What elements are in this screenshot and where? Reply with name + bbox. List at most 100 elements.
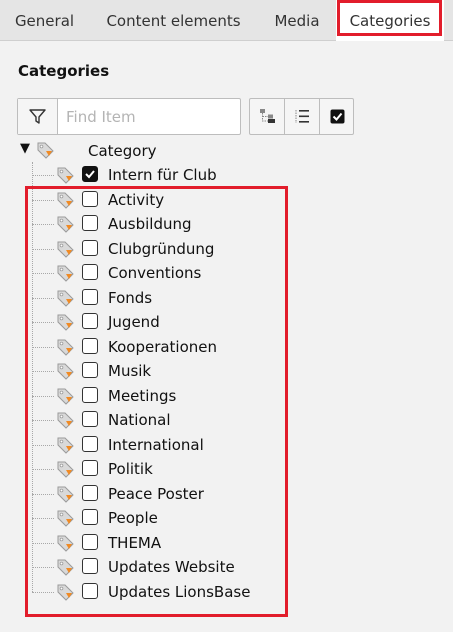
tree-connector: [32, 542, 54, 544]
tab-content-elements[interactable]: Content elements: [89, 0, 258, 40]
tree-item-label: Updates LionsBase: [108, 582, 251, 601]
tree-root-label: Category: [88, 142, 157, 160]
category-tag-icon: [56, 534, 76, 556]
tree-item[interactable]: National: [0, 408, 300, 432]
tree-item-label: Kooperationen: [108, 337, 218, 356]
category-tag-icon: [56, 264, 76, 286]
category-checkbox[interactable]: [82, 484, 98, 501]
category-checkbox[interactable]: [82, 190, 98, 207]
tree-connector: [32, 273, 54, 274]
tree-item-label: Musik: [108, 362, 152, 380]
tree-item[interactable]: People: [0, 506, 300, 530]
tree-connector: [32, 199, 54, 201]
tree-item-label: Meetings: [108, 386, 177, 405]
tree-connector: [32, 371, 54, 372]
tree-connector: [32, 322, 54, 323]
tree-connector: [32, 224, 54, 225]
tree-connector: [32, 175, 54, 176]
tree-item-label: Politik: [108, 460, 153, 478]
tree-item[interactable]: Clubgründung: [0, 237, 300, 261]
tree-connector: [32, 444, 54, 446]
tree-item[interactable]: Intern für Club: [0, 163, 300, 187]
tree-connector: [32, 248, 54, 250]
category-tag-icon: [56, 387, 76, 409]
category-tag-icon: [56, 460, 76, 482]
category-tag-icon: [56, 289, 76, 311]
tree-toolbar: [249, 98, 354, 135]
tree-connector: [32, 297, 54, 299]
tree-item-label: Intern für Club: [108, 166, 217, 184]
category-checkbox[interactable]: [82, 435, 98, 452]
tree-item-label: Updates Website: [108, 558, 235, 576]
category-tag-icon: [56, 436, 76, 458]
category-checkbox[interactable]: [82, 264, 98, 280]
category-checkbox[interactable]: [82, 386, 98, 403]
category-checkbox[interactable]: [82, 337, 98, 354]
category-checkbox[interactable]: [82, 509, 98, 525]
tree-item-label: Peace Poster: [108, 484, 204, 503]
tree-item[interactable]: Meetings: [0, 384, 300, 408]
category-tag-icon: [56, 485, 76, 507]
tree-connector: [32, 346, 54, 348]
category-tag-icon: [56, 191, 76, 213]
tree-item[interactable]: Updates LionsBase: [0, 580, 300, 604]
filter-button[interactable]: [18, 99, 58, 134]
tree-connector: [32, 395, 54, 397]
tree-item-label: Ausbildung: [108, 215, 192, 233]
category-tag-icon: [56, 509, 76, 531]
tree-item[interactable]: Musik: [0, 359, 300, 383]
tree-item-label: People: [108, 509, 158, 527]
tree-item-label: International: [108, 435, 204, 454]
category-tag-icon: [56, 338, 76, 360]
tab-media[interactable]: Media: [258, 0, 336, 40]
tree-item[interactable]: Politik: [0, 457, 300, 481]
tree-connector: [32, 591, 54, 593]
tab-categories[interactable]: Categories: [336, 0, 444, 41]
tab-general[interactable]: General: [0, 0, 89, 40]
category-checkbox[interactable]: [82, 313, 98, 329]
category-checkbox[interactable]: [82, 558, 98, 574]
category-checkbox[interactable]: [82, 239, 98, 256]
category-tag-icon: [56, 215, 76, 237]
category-checkbox[interactable]: [82, 288, 98, 305]
tree-item[interactable]: Peace Poster: [0, 482, 300, 506]
category-tag-icon: [56, 362, 76, 384]
search-group: [17, 98, 241, 135]
expand-all-button[interactable]: [285, 99, 320, 134]
category-checkbox[interactable]: [82, 411, 98, 427]
category-checkbox[interactable]: [82, 166, 98, 182]
category-tag-icon: [56, 313, 76, 335]
tree-item[interactable]: Kooperationen: [0, 335, 300, 359]
tree-item-label: THEMA: [108, 533, 162, 552]
tree-item[interactable]: Jugend: [0, 310, 300, 334]
select-all-button[interactable]: [320, 99, 354, 134]
category-tag-icon: [56, 558, 76, 580]
category-tag-icon: [56, 240, 76, 262]
category-checkbox[interactable]: [82, 215, 98, 231]
category-checkbox[interactable]: [82, 362, 98, 378]
tree-item-label: Jugend: [108, 313, 160, 331]
tree-item[interactable]: Fonds: [0, 286, 300, 310]
tree-item[interactable]: Updates Website: [0, 555, 300, 579]
tree-connector: [32, 420, 54, 421]
tree-item-label: Activity: [108, 190, 165, 209]
tree-item[interactable]: THEMA: [0, 531, 300, 555]
tree-connector: [32, 567, 54, 568]
tree-item-label: Fonds: [108, 288, 153, 307]
expand-caret-icon[interactable]: ▼: [20, 141, 30, 156]
category-checkbox[interactable]: [82, 582, 98, 599]
category-checkbox[interactable]: [82, 460, 98, 476]
tree-item[interactable]: Conventions: [0, 261, 300, 285]
tree-item-label: Conventions: [108, 264, 202, 282]
collapse-all-button[interactable]: [250, 99, 285, 134]
tree-item-label: Clubgründung: [108, 239, 215, 258]
category-tag-icon: [56, 166, 76, 188]
tree-item[interactable]: Activity: [0, 188, 300, 212]
category-tag-icon: [56, 411, 76, 433]
search-input[interactable]: [58, 99, 238, 134]
tree-item-label: National: [108, 411, 171, 429]
tree-item[interactable]: Ausbildung: [0, 212, 300, 236]
tree-item[interactable]: International: [0, 433, 300, 457]
tab-bar: General Content elements Media Categorie…: [0, 0, 453, 41]
category-checkbox[interactable]: [82, 533, 98, 550]
